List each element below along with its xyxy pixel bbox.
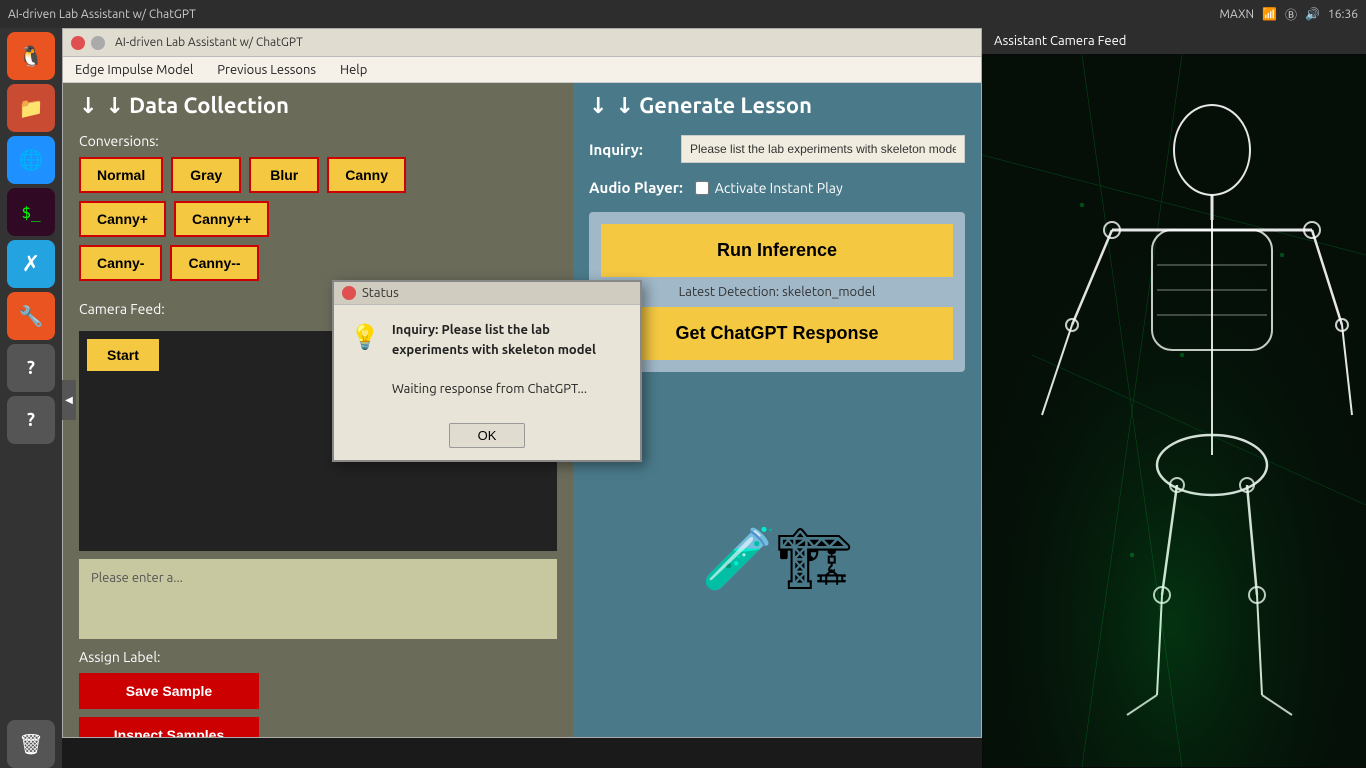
sidebar-collapse-button[interactable]: ◀ (62, 380, 76, 420)
status-body: 💡 Inquiry: Please list the lab experimen… (334, 305, 640, 415)
inspect-samples-button[interactable]: Inspect Samples (79, 717, 259, 737)
conversions-section: Conversions: Normal Gray Blur Canny Cann… (63, 127, 573, 295)
inquiry-input[interactable] (681, 135, 965, 163)
gpu-label: MAXN (1220, 8, 1255, 21)
generate-lesson-arrow: ↓ (589, 93, 607, 119)
canny-minus-button[interactable]: Canny- (79, 245, 162, 281)
gray-button[interactable]: Gray (171, 157, 241, 193)
skeleton-svg (982, 54, 1366, 768)
run-inference-button[interactable]: Run Inference (601, 224, 953, 277)
sidebar: 🐧 📁 🌐 $_ ✗ 🔧 ? ? 🗑 (0, 28, 62, 768)
activate-instant-play-label: Activate Instant Play (715, 180, 843, 196)
terminal-icon[interactable]: $_ (7, 188, 55, 236)
window-close-button[interactable] (71, 36, 85, 50)
menu-edge-impulse[interactable]: Edge Impulse Model (71, 61, 197, 79)
help-icon[interactable]: ? (7, 344, 55, 392)
taskbar-right: MAXN 📶 Ⓑ 🔊 16:36 (1220, 6, 1358, 23)
files-icon[interactable]: 📁 (7, 84, 55, 132)
camera-feed-right: Assistant Camera Feed (982, 28, 1366, 768)
text-input-area: Please enter a... (79, 559, 557, 639)
lab-image-area: 🧪🏗 (589, 388, 965, 729)
canny-minusminus-button[interactable]: Canny-- (170, 245, 258, 281)
blur-button[interactable]: Blur (249, 157, 319, 193)
generate-lesson-header: ↓ ↓ Generate Lesson (573, 83, 981, 127)
trash-icon[interactable]: 🗑 (7, 720, 55, 768)
data-collection-header: ↓ ↓ Data Collection (63, 83, 573, 127)
canny-button[interactable]: Canny (327, 157, 406, 193)
bulb-icon: 💡 (350, 323, 380, 351)
assign-label-text: Assign Label: (79, 649, 557, 665)
assign-label-section: Assign Label: Save Sample Inspect Sample… (63, 643, 573, 737)
conv-row-2: Canny+ Canny++ (79, 201, 557, 237)
normal-button[interactable]: Normal (79, 157, 163, 193)
conv-row-1: Normal Gray Blur Canny (79, 157, 557, 193)
text-input-placeholder: Please enter a... (91, 571, 183, 585)
menu-help[interactable]: Help (336, 61, 371, 79)
wifi-icon: 📶 (1262, 7, 1277, 21)
dialog-close-button[interactable] (342, 286, 356, 300)
inquiry-section: Inquiry: (573, 127, 981, 171)
conversions-label: Conversions: (79, 133, 557, 149)
data-collection-title: ↓ Data Collection (105, 93, 289, 119)
menubar: Edge Impulse Model Previous Lessons Help (63, 57, 981, 83)
status-titlebar: Status (334, 282, 640, 305)
audio-player-label: Audio Player: (589, 179, 683, 196)
data-collection-arrow: ↓ (79, 93, 97, 119)
status-dialog: Status 💡 Inquiry: Please list the lab ex… (332, 280, 642, 462)
window-app-title: AI-driven Lab Assistant w/ ChatGPT (115, 36, 303, 49)
vscode-icon[interactable]: ✗ (7, 240, 55, 288)
taskbar: AI-driven Lab Assistant w/ ChatGPT MAXN … (0, 0, 1366, 28)
window-titlebar: AI-driven Lab Assistant w/ ChatGPT (63, 29, 981, 57)
inquiry-label: Inquiry: (589, 141, 669, 158)
latest-detection: Latest Detection: skeleton_model (601, 285, 953, 299)
conv-row-3: Canny- Canny-- (79, 245, 557, 281)
camera-feed-header: Assistant Camera Feed (982, 28, 1366, 54)
ubuntu-icon[interactable]: 🐧 (7, 32, 55, 80)
skeleton-display (982, 54, 1366, 768)
flask-icon: 🧪🏗 (702, 523, 853, 594)
help2-icon[interactable]: ? (7, 396, 55, 444)
browser-icon[interactable]: 🌐 (7, 136, 55, 184)
generate-lesson-title: ↓ Generate Lesson (615, 93, 812, 119)
ok-button[interactable]: OK (449, 423, 526, 448)
activate-instant-play-checkbox[interactable] (695, 181, 709, 195)
chatgpt-response-button[interactable]: Get ChatGPT Response (601, 307, 953, 360)
status-title: Status (362, 286, 399, 300)
inference-section: Run Inference Latest Detection: skeleton… (589, 212, 965, 372)
audio-player-section: Audio Player: Activate Instant Play (573, 171, 981, 204)
start-button[interactable]: Start (87, 339, 159, 371)
status-message: Inquiry: Please list the lab experiments… (392, 321, 624, 399)
battery-icon: 🔊 (1305, 7, 1320, 21)
status-footer: OK (334, 415, 640, 460)
save-sample-button[interactable]: Save Sample (79, 673, 259, 709)
status-inquiry-line: Inquiry: Please list the lab experiments… (392, 323, 596, 357)
taskbar-title: AI-driven Lab Assistant w/ ChatGPT (8, 8, 196, 21)
window-minimize-button[interactable] (91, 36, 105, 50)
activate-instant-play: Activate Instant Play (695, 180, 843, 196)
status-waiting-line: Waiting response from ChatGPT... (392, 382, 587, 396)
canny-plus-button[interactable]: Canny+ (79, 201, 166, 237)
canny-plusplus-button[interactable]: Canny++ (174, 201, 269, 237)
bluetooth-icon: Ⓑ (1285, 6, 1297, 23)
software-icon[interactable]: 🔧 (7, 292, 55, 340)
clock: 16:36 (1328, 8, 1358, 21)
menu-previous-lessons[interactable]: Previous Lessons (213, 61, 320, 79)
